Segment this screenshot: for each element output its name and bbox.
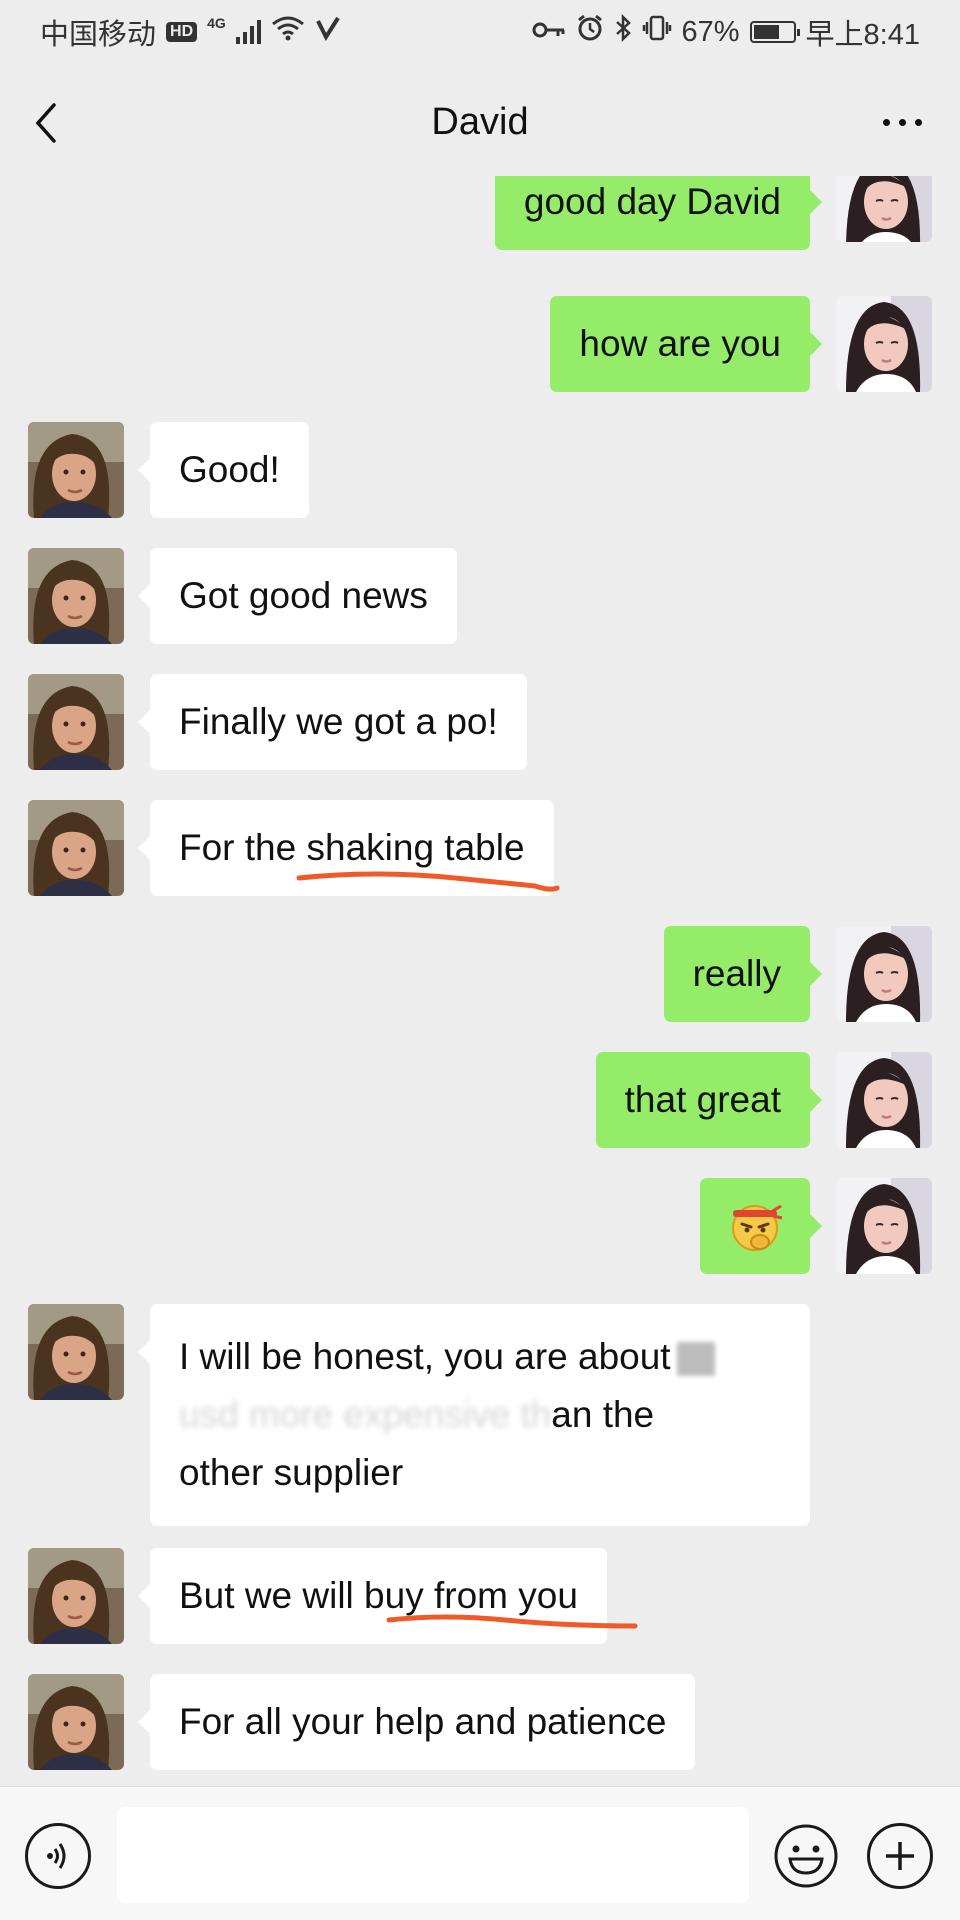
avatar-david[interactable] xyxy=(28,422,124,518)
message-text: I will be honest, you are about xyxy=(179,1336,671,1377)
battery-fill xyxy=(753,25,779,39)
bluetooth-icon xyxy=(614,13,632,50)
message-bubble-self[interactable]: how are you xyxy=(550,296,822,392)
avatar-david[interactable] xyxy=(28,548,124,644)
redacted-text: usd more expensive th xyxy=(179,1394,552,1435)
avatar-david[interactable] xyxy=(28,1548,124,1644)
carrier-label: 中国移动 xyxy=(40,19,157,51)
avatar-self[interactable] xyxy=(836,1052,932,1148)
message-bubble-self[interactable]: good day David xyxy=(494,176,823,250)
alarm-icon xyxy=(576,14,604,50)
emoji-button[interactable] xyxy=(773,1823,839,1889)
voice-button[interactable] xyxy=(25,1823,91,1889)
message-text-line: other supplier xyxy=(179,1452,404,1493)
chat-title: David xyxy=(431,100,529,143)
battery-icon xyxy=(749,21,800,43)
avatar-self[interactable] xyxy=(836,1178,932,1274)
plus-icon xyxy=(886,1842,914,1870)
message-text: But we will buy from you xyxy=(179,1575,578,1616)
more-dots-icon xyxy=(882,118,922,126)
network-type-label: 4G xyxy=(207,15,226,31)
message-text: that great xyxy=(624,1079,781,1120)
message-text: really xyxy=(692,953,781,994)
avatar-self[interactable] xyxy=(836,926,932,1022)
status-left: 中国移动 HD 4G xyxy=(40,11,341,53)
message-text: Got good news xyxy=(179,575,428,616)
clock-label: 早上8:41 xyxy=(805,19,920,51)
key-icon xyxy=(532,16,566,49)
message-bubble-other[interactable]: But we will buy from you xyxy=(138,1548,607,1644)
hd-icon: HD xyxy=(166,22,198,42)
nav-bar: David xyxy=(0,64,960,180)
avatar-david[interactable] xyxy=(28,800,124,896)
more-button[interactable] xyxy=(874,104,930,140)
chevron-left-icon xyxy=(35,103,56,143)
redacted-number xyxy=(676,1342,715,1377)
plus-button[interactable] xyxy=(867,1823,933,1889)
message-bubble-other[interactable]: I will be honest, you are about usd more… xyxy=(138,1304,810,1526)
message-text-line: usd more expensive than the xyxy=(179,1386,781,1444)
avatar-self[interactable] xyxy=(836,296,932,392)
message-bubble-other[interactable]: For the shaking table xyxy=(138,800,554,896)
message-bubble-other[interactable]: Got good news xyxy=(138,548,457,644)
back-button[interactable] xyxy=(26,98,66,148)
message-list[interactable]: good day David how are you Good! Got goo… xyxy=(0,176,960,1786)
message-text: For all your help and patience xyxy=(179,1701,667,1742)
message-bubble-other[interactable]: Finally we got a po! xyxy=(138,674,527,770)
status-bar: 中国移动 HD 4G 67% 早上8:41 xyxy=(0,0,960,64)
avatar-david[interactable] xyxy=(28,674,124,770)
message-bubble-self[interactable]: really xyxy=(663,926,823,1022)
avatar-david[interactable] xyxy=(28,1674,124,1770)
vpn-icon xyxy=(315,15,341,49)
avatar-self[interactable] xyxy=(836,176,932,242)
message-text: Finally we got a po! xyxy=(179,701,498,742)
status-right: 67% 早上8:41 xyxy=(532,11,920,53)
message-text-line: I will be honest, you are about xyxy=(179,1328,781,1386)
emoji-icon xyxy=(774,1824,838,1888)
thinking-fighting-emoji-icon xyxy=(732,1204,783,1251)
input-bar xyxy=(0,1786,960,1920)
message-text: good day David xyxy=(523,181,781,222)
voice-icon xyxy=(47,1843,66,1869)
message-bubble-self[interactable] xyxy=(700,1178,822,1274)
message-bubble-self[interactable]: that great xyxy=(595,1052,823,1148)
message-text: Good! xyxy=(179,449,280,490)
message-text: an the xyxy=(551,1394,655,1435)
signal-icon xyxy=(235,20,261,44)
message-bubble-other[interactable]: For all your help and patience xyxy=(137,1674,696,1770)
message-text: how are you xyxy=(579,323,781,364)
avatar-david[interactable] xyxy=(28,1304,124,1400)
message-input[interactable] xyxy=(117,1807,749,1903)
chat-screen: 中国移动 HD 4G 67% 早上8:41 David good day Dav… xyxy=(0,0,960,1920)
message-bubble-other[interactable]: Good! xyxy=(138,422,309,518)
vibrate-icon xyxy=(642,14,672,50)
battery-percent-label: 67% xyxy=(681,15,740,48)
wifi-icon xyxy=(271,15,305,49)
message-text: For the shaking table xyxy=(179,827,525,868)
